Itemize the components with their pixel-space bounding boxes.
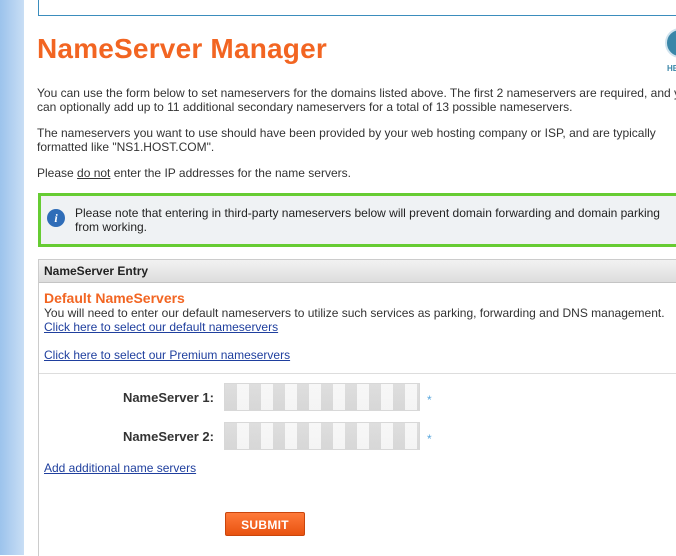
ip-warning-emphasis: do not <box>77 166 111 180</box>
nameserver-1-input[interactable] <box>224 383 420 411</box>
page-title: NameServer Manager <box>37 33 327 64</box>
panel-divider <box>39 373 676 374</box>
info-icon: i <box>47 209 65 227</box>
third-party-notice: i Please note that entering in third-par… <box>38 193 676 247</box>
intro-line-3: The nameservers you want to use should h… <box>37 126 656 140</box>
ip-warning-suffix: enter the IP addresses for the name serv… <box>110 166 351 180</box>
nameserver-1-required-mark: * <box>427 393 432 407</box>
select-premium-nameservers-link[interactable]: Click here to select our Premium nameser… <box>44 348 290 362</box>
select-default-nameservers-link[interactable]: Click here to select our default nameser… <box>44 320 278 334</box>
ip-warning-prefix: Please <box>37 166 78 180</box>
default-nameservers-title: Default NameServers <box>44 290 185 306</box>
left-sidebar-strip <box>0 0 24 555</box>
add-additional-nameservers-link[interactable]: Add additional name servers <box>44 461 196 475</box>
ip-warning: Please do not enter the IP addresses for… <box>37 166 676 180</box>
submit-button[interactable]: SUBMIT <box>225 512 305 536</box>
nameserver-entry-panel: NameServer Entry Default NameServers You… <box>38 259 676 556</box>
nameserver-2-required-mark: * <box>427 432 432 446</box>
help-label[interactable]: HE <box>667 64 676 73</box>
panel-header: NameServer Entry <box>39 260 676 283</box>
intro-line-2: can optionally add up to 11 additional s… <box>37 100 573 114</box>
nameserver-1-label: NameServer 1: <box>122 390 214 405</box>
default-nameservers-desc: You will need to enter our default names… <box>44 306 665 320</box>
notice-text: Please note that entering in third-party… <box>75 206 660 234</box>
intro-line-1: You can use the form below to set namese… <box>37 86 676 100</box>
nameserver-2-label: NameServer 2: <box>122 429 214 444</box>
main-content: NameServer Manager ? HE You can use the … <box>24 0 676 556</box>
intro-line-4: formatted like "NS1.HOST.COM". <box>37 140 215 154</box>
help-icon[interactable]: ? <box>665 28 676 58</box>
domain-list-box-edge <box>38 0 676 16</box>
panel-header-label: NameServer Entry <box>44 264 149 278</box>
nameserver-2-input[interactable] <box>224 422 420 450</box>
